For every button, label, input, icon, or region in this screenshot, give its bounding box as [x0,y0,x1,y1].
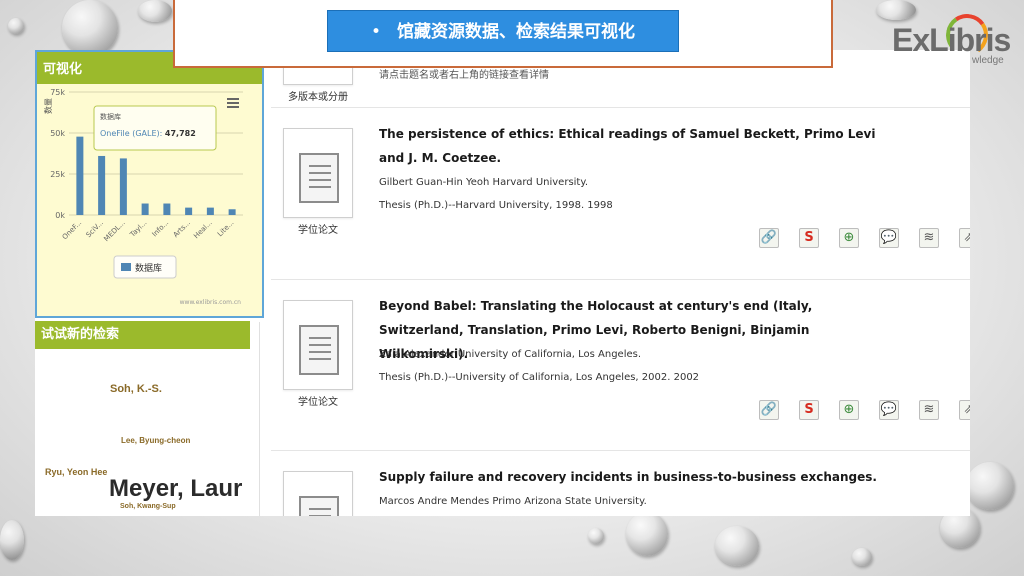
zoom-icon[interactable]: ⊕ [839,228,859,248]
decor-droplet [8,18,24,34]
result-note: Thesis (Ph.D.)--University of California… [379,372,700,383]
y-tick-label: 0k [55,211,65,220]
logo-subtext: wledge [972,55,1004,66]
comment-icon[interactable]: 💬 [879,228,899,248]
chart-bar [141,203,149,215]
exlibris-logo: ExLibris wledge [880,10,1020,72]
suggested-author[interactable]: Ryu, Yeon Hee [45,467,107,477]
screenshot-area: 可视化 0k 25k 50k 75k 数量 OneF... SciV... MEDL... Ta… [35,50,970,516]
result-title[interactable]: The persistence of ethics: Ethical readi… [379,122,899,170]
decor-droplet [62,0,118,56]
result-title[interactable]: Supply failure and recovery incidents in… [379,465,899,489]
x-tick-label: Heal... [192,219,214,241]
visualization-panel: 可视化 0k 25k 50k 75k 数量 OneF... SciV... MEDL... Ta… [35,50,264,318]
document-icon [299,496,339,516]
x-tick-label: SciV... [85,219,105,239]
x-tick-label: MEDL... [102,219,126,243]
result-row: 学位论文 Beyond Babel: Translating the Holoc… [271,280,970,451]
slide-header: • 馆藏资源数据、检索结果可视化 [173,0,833,68]
result-author: Gilbert Guan-Hin Yeoh Harvard University… [379,177,589,188]
legend-label: 数据库 [135,262,162,274]
result-thumbnail[interactable] [283,471,353,516]
result-row: 学位论文 The persistence of ethics: Ethical … [271,108,970,280]
new-search-panel: 试试新的检索 Soh, K.-S. Lee, Byung-cheon Ryu, … [35,321,250,516]
result-note: Thesis (Ph.D.)--Harvard University, 1998… [379,200,613,211]
suggested-author[interactable]: Soh, Kwang-Sup [120,503,176,510]
document-icon [299,153,339,203]
citation-icon[interactable]: S [799,400,819,420]
results-list: 多版本或分册 请点击题名或者右上角的链接查看详情 学位论文 The persis… [271,50,970,516]
result-author: Marcos Andre Mendes Primo Arizona State … [379,496,647,507]
result-hint: 请点击题名或者右上角的链接查看详情 [379,70,549,81]
result-type-label: 学位论文 [298,225,338,236]
x-tick-label: Tayl... [128,219,149,240]
hamburger-icon [227,102,239,104]
layers-icon[interactable]: ≋ [919,228,939,248]
chart-bar [185,207,193,215]
bullet-icon: • [370,22,382,42]
chart-bar [206,207,214,215]
chart-bar [98,155,106,215]
hamburger-icon [227,106,239,108]
result-thumbnail[interactable] [283,128,353,218]
new-search-heading: 试试新的检索 [35,321,250,349]
chart-credit: www.exlibris.com.cn [180,299,242,306]
x-tick-label: Info... [151,219,171,239]
comment-icon[interactable]: 💬 [879,400,899,420]
suggested-author[interactable]: Lee, Byung-cheon [121,436,190,445]
link-icon[interactable]: 🔗 [759,400,779,420]
layers-icon[interactable]: ≋ [919,400,939,420]
result-type-label: 学位论文 [298,397,338,408]
panel-divider [259,322,260,516]
chart-bar [228,209,236,215]
x-tick-label: Arts... [172,219,192,239]
result-author: Zaia Alexander University of California,… [379,349,642,360]
y-axis-label: 数量 [43,98,53,114]
legend-swatch [121,263,131,271]
chart-bar [119,158,127,215]
zoom-icon[interactable]: ⊕ [839,400,859,420]
chart-bar [76,136,84,215]
logo-text: ExLibris [892,22,1011,58]
result-type-label: 多版本或分册 [288,92,348,103]
decor-droplet [138,0,172,22]
slide-title: • 馆藏资源数据、检索结果可视化 [327,10,679,52]
link-icon[interactable]: 🔗 [759,228,779,248]
decor-droplet [715,526,759,566]
y-tick-label: 75k [50,88,65,97]
tooltip-value: 47,782 [165,129,196,138]
tooltip-series: OneFile (GALE): 47,782 [100,129,196,138]
y-tick-label: 50k [50,129,65,138]
tooltip-title: 数据库 [100,112,121,121]
slide-title-text: 馆藏资源数据、检索结果可视化 [397,22,636,42]
y-tick-label: 25k [50,170,65,179]
decor-droplet [852,548,872,566]
suggested-author[interactable]: Meyer, Laur [109,475,242,503]
export-icon[interactable]: ⇗ [959,228,970,248]
document-icon [299,325,339,375]
decor-droplet [626,512,668,556]
x-tick-label: OneF... [61,219,84,242]
result-thumbnail[interactable] [283,300,353,390]
decor-droplet [966,462,1014,510]
x-tick-label: Lite... [216,219,236,239]
database-bar-chart: 0k 25k 50k 75k数量 OneF... SciV...MEDL... Tayl..… [43,88,243,306]
left-panel: 可视化 0k 25k 50k 75k 数量 OneF... SciV... MEDL... Ta… [35,50,264,516]
hamburger-icon [227,98,239,100]
result-row: Supply failure and recovery incidents in… [271,451,970,516]
decor-droplet [588,528,604,544]
decor-droplet [0,520,24,560]
chart-bar [163,203,171,215]
citation-icon[interactable]: S [799,228,819,248]
suggested-author[interactable]: Soh, K.-S. [110,383,162,395]
export-icon[interactable]: ⇗ [959,400,970,420]
